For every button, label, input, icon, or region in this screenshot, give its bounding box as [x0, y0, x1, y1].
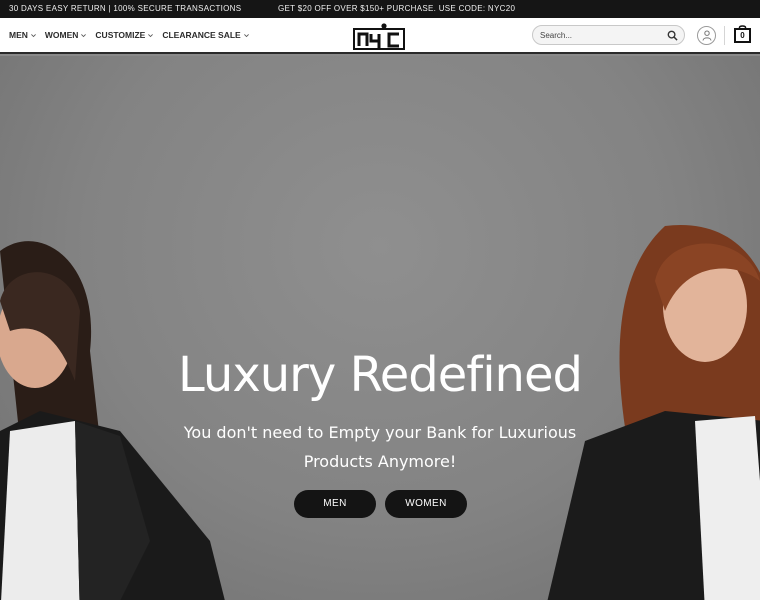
announcement-bar: 30 DAYS EASY RETURN | 100% SECURE TRANSA…	[0, 0, 760, 18]
hero-subtitle: You don't need to Empty your Bank for Lu…	[183, 423, 577, 471]
returns-notice: 30 DAYS EASY RETURN | 100% SECURE TRANSA…	[9, 4, 242, 13]
main-nav: MEN WOMEN CUSTOMIZE CLEARANCE SALE	[9, 30, 250, 40]
search-input[interactable]	[540, 29, 660, 42]
nav-item-customize[interactable]: CUSTOMIZE	[95, 30, 154, 40]
nav-item-label: MEN	[9, 30, 28, 40]
cart-button[interactable]: 0	[734, 24, 751, 43]
nav-item-clearance-sale[interactable]: CLEARANCE SALE	[162, 30, 249, 40]
header-divider	[724, 26, 725, 45]
search-icon[interactable]	[667, 30, 678, 41]
cart-count: 0	[740, 31, 745, 40]
shop-women-button[interactable]: WOMEN	[385, 490, 467, 518]
search-bar	[532, 25, 685, 45]
nav-item-label: WOMEN	[44, 30, 79, 40]
nav-item-label: CLEARANCE SALE	[162, 30, 241, 40]
hero-title: Luxury Redefined	[178, 347, 583, 403]
nav-item-label: CUSTOMIZE	[95, 30, 146, 40]
promo-notice: GET $20 OFF OVER $150+ PURCHASE. USE COD…	[278, 4, 516, 13]
chevron-down-icon	[81, 33, 87, 37]
user-icon	[702, 30, 712, 41]
hero-banner: Luxury Redefined You don't need to Empty…	[0, 56, 760, 600]
chevron-down-icon	[30, 33, 36, 37]
shop-men-button[interactable]: MEN	[294, 490, 376, 518]
chevron-down-icon	[148, 33, 154, 37]
nav-item-men[interactable]: MEN	[9, 30, 37, 40]
nav-item-women[interactable]: WOMEN	[45, 30, 88, 40]
nyc-logo[interactable]	[353, 22, 405, 50]
chevron-down-icon	[243, 33, 249, 37]
site-header: MEN WOMEN CUSTOMIZE CLEARANCE SALE Searc…	[0, 18, 760, 54]
account-button[interactable]	[697, 26, 716, 45]
model-image-right	[547, 225, 760, 600]
